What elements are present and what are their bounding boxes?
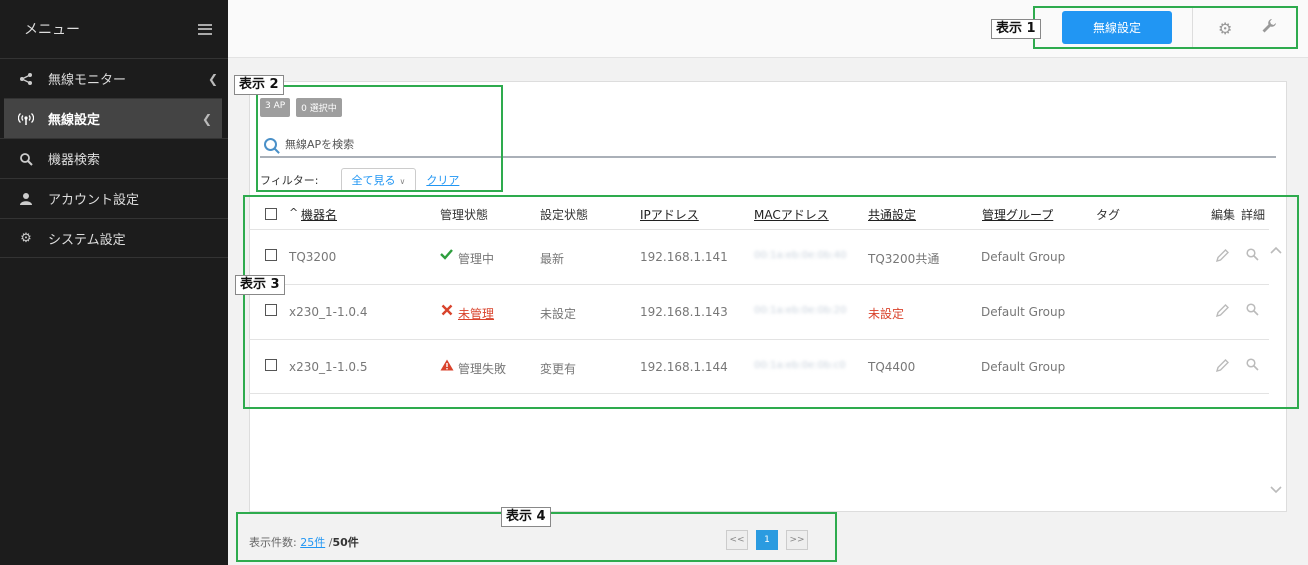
sidebar-item-label: システム設定 [48,232,126,248]
sidebar-item-device-search[interactable]: 機器検索 [0,138,228,178]
annotation-label-4: 表示 4 [501,507,551,527]
annotation-label-3: 表示 3 [235,275,285,295]
sidebar-item-label: 無線モニター [48,73,127,88]
sidebar-item-label: アカウント設定 [48,193,140,208]
chevron-left-icon: ❮ [201,112,212,126]
wifi-antenna-icon [18,111,34,127]
sidebar-item-account-settings[interactable]: アカウント設定 [0,178,228,218]
gear-icon: ⚙ [20,230,32,246]
sidebar-item-label: 無線設定 [48,113,101,128]
annotation-box-2 [256,85,503,192]
sidebar-item-system-settings[interactable]: ⚙ システム設定 [0,218,228,258]
share-icon [18,71,34,87]
sidebar: メニュー 無線モニター ❮ 無線設定 ❮ 機器検索 アカウント設定 ⚙ システム… [0,0,228,565]
annotation-box-1 [1033,6,1298,49]
annotation-box-3 [243,195,1299,409]
sidebar-header: メニュー [0,0,228,58]
user-icon [18,191,34,207]
annotation-label-2: 表示 2 [234,75,284,95]
hamburger-menu-icon[interactable] [198,23,212,35]
annotation-label-1: 表示 1 [991,19,1041,39]
search-icon [18,151,34,167]
sidebar-item-wireless-monitor[interactable]: 無線モニター ❮ [0,58,228,98]
scroll-down-icon[interactable] [1270,483,1282,497]
sidebar-item-wireless-settings[interactable]: 無線設定 ❮ [4,98,222,138]
chevron-left-icon: ❮ [207,72,218,86]
sidebar-title: メニュー [24,22,80,38]
sidebar-item-label: 機器検索 [48,153,101,168]
